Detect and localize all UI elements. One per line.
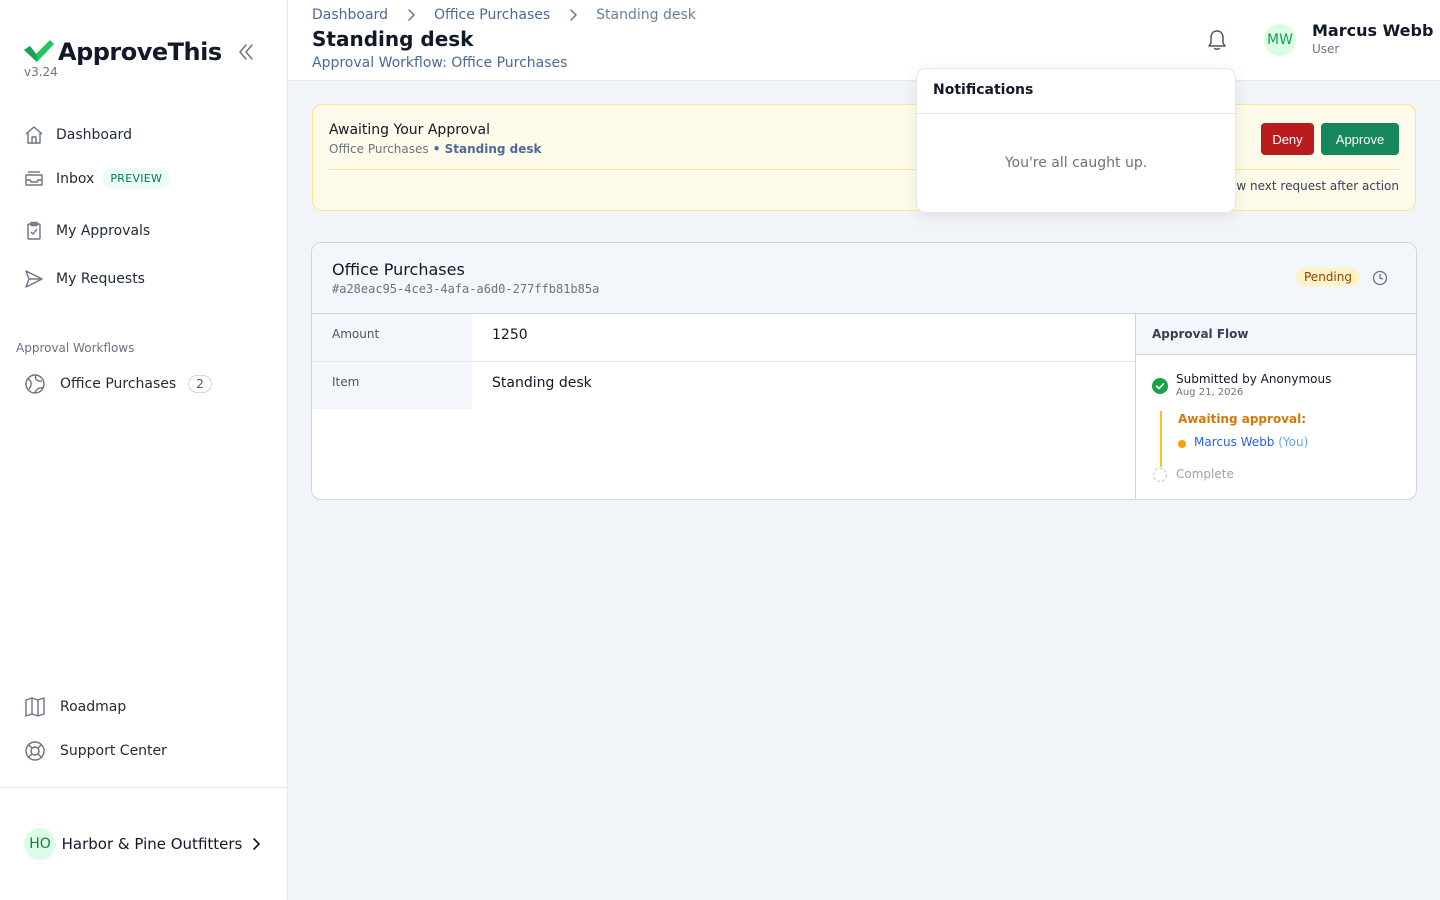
approval-flow-panel: Approval Flow Submitted by Anonymous Aug… [1135, 314, 1416, 499]
flow-awaiting-label: Awaiting approval: [1178, 412, 1307, 426]
organization-switcher[interactable]: HO Harbor & Pine Outfitters [24, 820, 264, 868]
field-value: 1250 [492, 327, 528, 343]
sidebar-item-label: Dashboard [56, 127, 132, 143]
notifications-dropdown: Notifications You're all caught up. [916, 68, 1236, 213]
approve-button[interactable]: Approve [1321, 123, 1399, 155]
approval-flow-title: Approval Flow [1136, 314, 1416, 355]
workflows-section-label: Approval Workflows [16, 341, 135, 355]
lifebuoy-icon [25, 741, 45, 761]
auto-next-text[interactable]: y view next request after action [1208, 179, 1399, 193]
sidebar-item-support-center[interactable]: Support Center [24, 740, 167, 762]
sidebar-workflow-office-purchases[interactable]: Office Purchases 2 [24, 373, 212, 395]
clipboard-check-icon [27, 221, 41, 240]
banner-workflow: Office Purchases [329, 142, 429, 156]
app-name: ApproveThis [58, 38, 222, 66]
approver-you-tag: (You) [1274, 435, 1309, 449]
notifications-title: Notifications [933, 82, 1034, 98]
deny-button[interactable]: Deny [1261, 123, 1314, 155]
app-logo[interactable]: ApproveThis [24, 38, 222, 66]
app-version: v3.24 [24, 65, 58, 79]
sidebar-item-my-approvals[interactable]: My Approvals [24, 221, 150, 241]
page-header: Dashboard Office Purchases Standing desk… [288, 0, 1440, 81]
map-icon [25, 697, 45, 717]
send-icon [25, 270, 43, 288]
sidebar-item-label: My Requests [56, 271, 145, 287]
dashed-circle-icon [1152, 467, 1168, 483]
workflow-label: Office Purchases [60, 376, 177, 392]
request-id: #a28eac95-4ce3-4afa-a6d0-277ffb81b85a [332, 282, 600, 296]
org-name: Harbor & Pine Outfitters [61, 835, 243, 853]
sidebar-item-dashboard[interactable]: Dashboard [24, 125, 132, 145]
banner-item: Standing desk [444, 142, 542, 156]
request-card: Office Purchases #a28eac95-4ce3-4afa-a6d… [311, 242, 1417, 500]
status-badge: Pending [1296, 268, 1360, 286]
notifications-divider [917, 113, 1235, 114]
banner-separator: • [428, 142, 445, 156]
banner-divider [329, 169, 1399, 170]
chevron-right-icon [408, 9, 415, 21]
approver-name: Marcus Webb [1194, 435, 1275, 449]
page-title: Standing desk [312, 27, 474, 51]
field-label: Amount [312, 314, 472, 361]
sidebar-item-label: Roadmap [60, 699, 127, 715]
sidebar-item-inbox[interactable]: Inbox PREVIEW [24, 168, 171, 189]
sidebar-footer-divider [0, 787, 287, 788]
org-avatar: HO [24, 828, 56, 860]
workflow-count-badge: 2 [188, 375, 212, 393]
sidebar-item-label: Inbox [56, 170, 95, 187]
user-avatar[interactable]: MW [1264, 24, 1296, 56]
flow-approver: Marcus Webb (You) [1194, 435, 1308, 449]
chevron-right-icon [253, 838, 260, 850]
flow-complete-label: Complete [1176, 467, 1234, 481]
breadcrumb-workflow[interactable]: Office Purchases [434, 7, 550, 23]
flow-connector [1160, 411, 1162, 467]
clock-icon[interactable] [1372, 270, 1388, 286]
banner-subtitle: Office Purchases • Standing desk [329, 142, 542, 156]
notifications-empty-message: You're all caught up. [1004, 155, 1148, 171]
sidebar-item-roadmap[interactable]: Roadmap [24, 696, 126, 718]
user-role: User [1312, 42, 1340, 56]
field-row-amount: Amount 1250 [312, 314, 1135, 362]
inbox-icon [25, 170, 43, 186]
flow-submitted-by: Submitted by Anonymous [1176, 372, 1332, 386]
logo-check-icon [24, 40, 54, 62]
flow-submitted-date: Aug 21, 2026 [1176, 387, 1244, 398]
preview-badge: PREVIEW [102, 168, 171, 189]
chevron-right-icon [570, 9, 577, 21]
sidebar-item-my-requests[interactable]: My Requests [24, 269, 145, 289]
globe-icon [25, 374, 45, 394]
pending-dot-icon [1178, 440, 1186, 448]
breadcrumb-dashboard[interactable]: Dashboard [312, 7, 388, 23]
page-subtitle: Approval Workflow: Office Purchases [312, 55, 568, 71]
field-label: Item [312, 362, 472, 409]
request-card-header: Office Purchases #a28eac95-4ce3-4afa-a6d… [312, 243, 1416, 314]
collapse-sidebar-icon[interactable] [236, 42, 256, 62]
bell-icon[interactable] [1206, 28, 1228, 52]
breadcrumb: Dashboard Office Purchases Standing desk [312, 7, 696, 23]
sidebar: ApproveThis v3.24 Dashboard Inbox PREVIE… [0, 0, 288, 900]
awaiting-approval-banner: Awaiting Your Approval Office Purchases … [312, 104, 1416, 211]
field-row-item: Item Standing desk [312, 362, 1135, 410]
sidebar-item-label: Support Center [60, 743, 167, 759]
sidebar-item-label: My Approvals [56, 223, 151, 239]
request-workflow-title: Office Purchases [332, 260, 465, 279]
user-name: Marcus Webb [1312, 21, 1434, 40]
home-icon [25, 126, 43, 144]
check-circle-icon [1152, 378, 1168, 394]
banner-title: Awaiting Your Approval [329, 122, 490, 138]
field-value: Standing desk [492, 375, 592, 391]
breadcrumb-current: Standing desk [596, 7, 696, 23]
